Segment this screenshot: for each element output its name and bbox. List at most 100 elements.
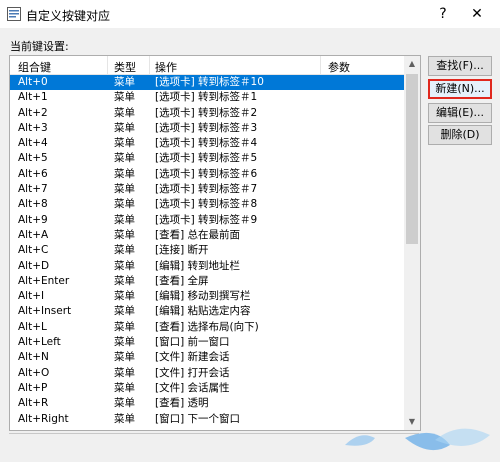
row-operation-cell: [查看] 透明 bbox=[155, 397, 209, 410]
list-row[interactable]: Alt+A 菜单 [查看] 总在最前面 bbox=[10, 228, 404, 243]
row-type-cell: 菜单 bbox=[114, 198, 135, 211]
row-key-cell: Alt+8 bbox=[18, 198, 48, 211]
row-type-cell: 菜单 bbox=[114, 397, 135, 410]
row-key-cell: Alt+O bbox=[18, 366, 50, 379]
key-mapping-list[interactable]: 组合键 类型 操作 参数 Alt+0 菜单 [选项卡] 转到标签＃10 Alt+1 菜单… bbox=[9, 55, 421, 431]
row-key-cell: Alt+2 bbox=[18, 106, 48, 119]
row-type-cell: 菜单 bbox=[114, 91, 135, 104]
row-type-cell: 菜单 bbox=[114, 121, 135, 134]
list-rows: Alt+0 菜单 [选项卡] 转到标签＃10 Alt+1 菜单 [选项卡] 转到标签＃1 A… bbox=[10, 75, 404, 427]
row-operation-cell: [选项卡] 转到标签＃6 bbox=[155, 167, 258, 180]
row-key-cell: Alt+C bbox=[18, 244, 49, 257]
list-row[interactable]: Alt+C 菜单 [连接] 断开 bbox=[10, 243, 404, 258]
row-type-cell: 菜单 bbox=[114, 366, 135, 379]
list-row[interactable]: Alt+0 菜单 [选项卡] 转到标签＃10 bbox=[10, 75, 404, 91]
row-operation-cell: [选项卡] 转到标签＃1 bbox=[155, 91, 258, 104]
scrollbar-thumb[interactable] bbox=[406, 74, 418, 244]
list-row[interactable]: Alt+D 菜单 [编辑] 转到地址栏 bbox=[10, 259, 404, 274]
row-type-cell: 菜单 bbox=[114, 320, 135, 333]
row-type-cell: 菜单 bbox=[114, 76, 135, 88]
row-key-cell: Alt+0 bbox=[18, 76, 48, 88]
row-key-cell: Alt+1 bbox=[18, 91, 48, 104]
list-row[interactable]: Alt+P 菜单 [文件] 会话属性 bbox=[10, 381, 404, 396]
list-header: 组合键 类型 操作 参数 bbox=[10, 56, 404, 75]
column-divider[interactable] bbox=[320, 56, 321, 74]
list-row[interactable]: Alt+Insert 菜单 [编辑] 粘贴选定内容 bbox=[10, 304, 404, 319]
row-type-cell: 菜单 bbox=[114, 183, 135, 196]
row-key-cell: Alt+3 bbox=[18, 121, 48, 134]
row-operation-cell: [查看] 全屏 bbox=[155, 274, 209, 287]
list-row[interactable]: Alt+Left 菜单 [窗口] 前一窗口 bbox=[10, 335, 404, 350]
row-operation-cell: [文件] 会话属性 bbox=[155, 381, 230, 394]
row-type-cell: 菜单 bbox=[114, 106, 135, 119]
row-key-cell: Alt+N bbox=[18, 351, 49, 364]
list-row[interactable]: Alt+9 菜单 [选项卡] 转到标签＃9 bbox=[10, 213, 404, 228]
list-row[interactable]: Alt+3 菜单 [选项卡] 转到标签＃3 bbox=[10, 121, 404, 136]
list-row[interactable]: Alt+Enter 菜单 [查看] 全屏 bbox=[10, 274, 404, 289]
list-row[interactable]: Alt+6 菜单 [选项卡] 转到标签＃6 bbox=[10, 167, 404, 182]
list-row[interactable]: Alt+8 菜单 [选项卡] 转到标签＃8 bbox=[10, 197, 404, 212]
list-row[interactable]: Alt+I 菜单 [编辑] 移动到撰写栏 bbox=[10, 289, 404, 304]
row-operation-cell: [选项卡] 转到标签＃4 bbox=[155, 137, 258, 150]
list-row[interactable]: Alt+4 菜单 [选项卡] 转到标签＃4 bbox=[10, 136, 404, 151]
row-type-cell: 菜单 bbox=[114, 167, 135, 180]
find-button[interactable]: 查找(F)... bbox=[428, 56, 492, 76]
app-icon bbox=[7, 7, 21, 21]
column-divider[interactable] bbox=[149, 56, 150, 74]
row-type-cell: 菜单 bbox=[114, 412, 135, 425]
column-header-type[interactable]: 类型 bbox=[114, 59, 136, 75]
close-button[interactable]: ✕ bbox=[462, 4, 492, 24]
row-key-cell: Alt+P bbox=[18, 381, 48, 394]
row-key-cell: Alt+Insert bbox=[18, 305, 72, 318]
list-row[interactable]: Alt+2 菜单 [选项卡] 转到标签＃2 bbox=[10, 106, 404, 121]
row-operation-cell: [选项卡] 转到标签＃7 bbox=[155, 183, 258, 196]
list-row[interactable]: Alt+O 菜单 [文件] 打开会话 bbox=[10, 366, 404, 381]
row-type-cell: 菜单 bbox=[114, 259, 135, 272]
row-type-cell: 菜单 bbox=[114, 336, 135, 349]
column-header-operation[interactable]: 操作 bbox=[155, 59, 177, 75]
row-operation-cell: [窗口] 下一个窗口 bbox=[155, 412, 241, 425]
column-header-key[interactable]: 组合键 bbox=[18, 59, 51, 75]
row-operation-cell: [编辑] 粘贴选定内容 bbox=[155, 305, 251, 318]
row-key-cell: Alt+I bbox=[18, 290, 45, 303]
edit-button[interactable]: 编辑(E)... bbox=[428, 103, 492, 123]
row-type-cell: 菜单 bbox=[114, 381, 135, 394]
current-settings-label: 当前键设置: bbox=[10, 40, 69, 53]
delete-button[interactable]: 删除(D) bbox=[428, 125, 492, 145]
row-type-cell: 菜单 bbox=[114, 152, 135, 165]
new-button[interactable]: 新建(N)... bbox=[428, 79, 492, 99]
row-operation-cell: [文件] 打开会话 bbox=[155, 366, 230, 379]
row-type-cell: 菜单 bbox=[114, 213, 135, 226]
row-operation-cell: [选项卡] 转到标签＃5 bbox=[155, 152, 258, 165]
window-title: 自定义按键对应 bbox=[26, 9, 111, 23]
row-operation-cell: [选项卡] 转到标签＃8 bbox=[155, 198, 258, 211]
decorative-swoosh-icon bbox=[345, 428, 490, 451]
list-row[interactable]: Alt+N 菜单 [文件] 新建会话 bbox=[10, 350, 404, 365]
list-row[interactable]: Alt+1 菜单 [选项卡] 转到标签＃1 bbox=[10, 90, 404, 105]
row-type-cell: 菜单 bbox=[114, 351, 135, 364]
row-operation-cell: [选项卡] 转到标签＃10 bbox=[155, 76, 264, 88]
row-type-cell: 菜单 bbox=[114, 274, 135, 287]
vertical-scrollbar[interactable]: ▲ ▼ bbox=[404, 56, 420, 430]
row-key-cell: Alt+Enter bbox=[18, 274, 70, 287]
row-key-cell: Alt+A bbox=[18, 228, 49, 241]
column-divider[interactable] bbox=[107, 56, 108, 74]
scroll-up-icon[interactable]: ▲ bbox=[404, 56, 420, 72]
row-type-cell: 菜单 bbox=[114, 305, 135, 318]
row-operation-cell: [选项卡] 转到标签＃2 bbox=[155, 106, 258, 119]
row-key-cell: Alt+Left bbox=[18, 336, 61, 349]
list-row[interactable]: Alt+7 菜单 [选项卡] 转到标签＃7 bbox=[10, 182, 404, 197]
list-row[interactable]: Alt+5 菜单 [选项卡] 转到标签＃5 bbox=[10, 151, 404, 166]
row-operation-cell: [查看] 选择布局(向下) bbox=[155, 320, 259, 333]
row-type-cell: 菜单 bbox=[114, 290, 135, 303]
row-operation-cell: [窗口] 前一窗口 bbox=[155, 336, 230, 349]
list-row[interactable]: Alt+L 菜单 [查看] 选择布局(向下) bbox=[10, 320, 404, 335]
row-key-cell: Alt+7 bbox=[18, 183, 48, 196]
row-key-cell: Alt+L bbox=[18, 320, 47, 333]
column-header-parameter[interactable]: 参数 bbox=[328, 59, 350, 75]
row-operation-cell: [选项卡] 转到标签＃3 bbox=[155, 121, 258, 134]
row-key-cell: Alt+6 bbox=[18, 167, 48, 180]
help-button[interactable]: ? bbox=[432, 4, 454, 24]
row-type-cell: 菜单 bbox=[114, 137, 135, 150]
row-operation-cell: [文件] 新建会话 bbox=[155, 351, 230, 364]
